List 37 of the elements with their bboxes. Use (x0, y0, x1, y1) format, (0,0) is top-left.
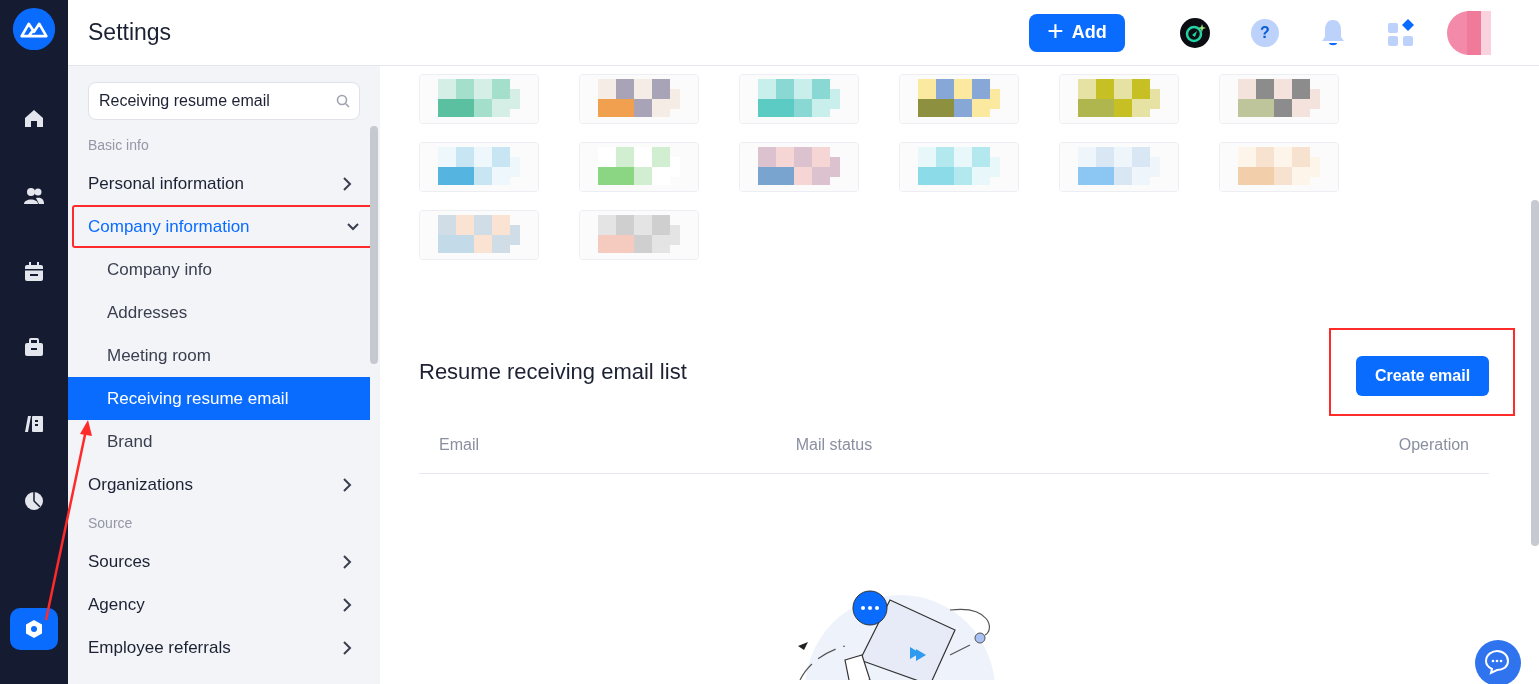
calendar-icon (22, 259, 46, 284)
column-header: Email (438, 435, 480, 454)
scrollbar[interactable] (370, 126, 378, 364)
nav-group[interactable]: Employee referrals (68, 626, 380, 669)
column-header: Operation (1397, 435, 1470, 454)
chevron-right-icon (340, 640, 354, 655)
nav-item[interactable]: Meeting room (68, 334, 370, 377)
section-heading: Source (87, 514, 134, 533)
nav-item[interactable]: Addresses (68, 291, 370, 334)
chevron-right-icon (340, 477, 354, 492)
avatar[interactable] (1447, 10, 1491, 55)
column-header: Mail status (794, 435, 874, 454)
help-icon[interactable]: ? (1251, 18, 1279, 47)
chevron-right-icon (340, 554, 354, 569)
nav-group[interactable]: Company information (74, 207, 374, 246)
page-title: Settings (88, 19, 173, 46)
chat-button[interactable] (1475, 640, 1521, 684)
search-field[interactable]: Receiving resume email (88, 82, 360, 120)
nav-group[interactable]: Personal information (68, 162, 380, 205)
add-button[interactable]: + Add (1029, 13, 1125, 52)
apps-icon[interactable] (1387, 18, 1415, 47)
scrollbar[interactable] (1531, 200, 1539, 546)
create-email-button[interactable]: Create email (1356, 356, 1489, 396)
nav-item[interactable]: Receiving resume email (68, 377, 370, 420)
chevron-right-icon (340, 597, 354, 612)
section-title: Resume receiving email list (419, 359, 687, 385)
assistant-icon[interactable] (1180, 17, 1210, 48)
chevron-right-icon (340, 176, 354, 191)
section-heading: Basic info (87, 136, 150, 155)
rail-button[interactable] (10, 607, 58, 650)
logo-icon[interactable] (10, 8, 58, 51)
nav-group[interactable]: Sources (68, 540, 380, 583)
nav-group[interactable]: Organizations (68, 463, 380, 506)
nav-item[interactable]: Company info (68, 248, 370, 291)
search-icon (336, 94, 350, 108)
nav-group[interactable]: Agency (68, 583, 380, 626)
nav-item[interactable]: Brand (68, 420, 370, 463)
